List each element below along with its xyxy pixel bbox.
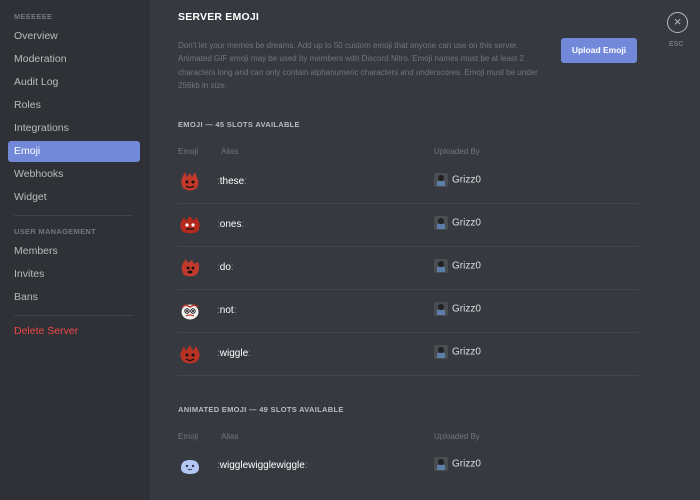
- emoji-row[interactable]: :do: Grizz0: [178, 247, 638, 290]
- close-icon: ×: [673, 14, 682, 29]
- sidebar-divider: [14, 315, 132, 316]
- sidebar-item-webhooks[interactable]: Webhooks: [8, 164, 140, 185]
- emoji-ones-icon: [180, 216, 200, 234]
- animated-emoji-row[interactable]: :wigglewigglewiggle: Grizz0: [178, 445, 638, 488]
- column-emoji: Emoji: [178, 147, 199, 156]
- emoji-alias: :not:: [217, 305, 237, 316]
- emoji-wiggle-icon: [180, 345, 200, 364]
- upload-emoji-button[interactable]: Upload Emoji: [561, 38, 637, 63]
- avatar: [434, 302, 448, 316]
- emoji-alias: :these:: [217, 176, 248, 187]
- sidebar-item-emoji[interactable]: Emoji: [8, 141, 140, 162]
- emoji-uploader: Grizz0: [434, 259, 481, 273]
- emoji-uploader: Grizz0: [434, 345, 481, 359]
- avatar: [434, 173, 448, 187]
- column-alias: Alias: [221, 432, 239, 441]
- emoji-slots-header: EMOJI — 45 SLOTS AVAILABLE: [178, 120, 300, 129]
- sidebar-item-invites[interactable]: Invites: [8, 264, 140, 285]
- sidebar-item-audit-log[interactable]: Audit Log: [8, 72, 140, 93]
- user-management-header: USER MANAGEMENT: [14, 227, 97, 236]
- sidebar-item-roles[interactable]: Roles: [8, 95, 140, 116]
- sidebar-item-integrations[interactable]: Integrations: [8, 118, 140, 139]
- emoji-uploader: Grizz0: [434, 173, 481, 187]
- emoji-row[interactable]: :wiggle: Grizz0: [178, 333, 638, 376]
- avatar: [434, 216, 448, 230]
- sidebar-item-widget[interactable]: Widget: [8, 187, 140, 208]
- emoji-alias: :wigglewigglewiggle:: [217, 460, 308, 471]
- column-emoji: Emoji: [178, 432, 199, 441]
- emoji-uploader: Grizz0: [434, 302, 481, 316]
- sidebar-item-overview[interactable]: Overview: [8, 26, 140, 47]
- emoji-row[interactable]: :not: Grizz0: [178, 290, 638, 333]
- column-uploaded-by: Uploaded By: [434, 432, 480, 441]
- avatar: [434, 345, 448, 359]
- sidebar-item-bans[interactable]: Bans: [8, 287, 140, 308]
- sidebar-item-moderation[interactable]: Moderation: [8, 49, 140, 70]
- emoji-these-icon: [181, 172, 199, 191]
- emoji-description: Don't let your memes be dreams. Add up t…: [178, 41, 538, 90]
- emoji-row[interactable]: :these: Grizz0: [178, 161, 638, 204]
- sidebar-divider: [14, 215, 132, 216]
- column-uploaded-by: Uploaded By: [434, 147, 480, 156]
- animated-emoji-slots-header: ANIMATED EMOJI — 49 SLOTS AVAILABLE: [178, 405, 344, 414]
- settings-sidebar: MEEEEEE Overview Moderation Audit Log Ro…: [0, 0, 150, 500]
- emoji-row[interactable]: :ones: Grizz0: [178, 204, 638, 247]
- close-button[interactable]: ×: [667, 12, 688, 33]
- emoji-uploader: Grizz0: [434, 457, 481, 471]
- emoji-alias: :ones:: [217, 219, 245, 230]
- emoji-wigglewigglewiggle-icon: [181, 460, 199, 474]
- emoji-settings-panel: SERVER EMOJI Don't let your memes be dre…: [150, 0, 700, 500]
- emoji-alias: :do:: [217, 262, 234, 273]
- column-alias: Alias: [221, 147, 239, 156]
- emoji-do-icon: [181, 259, 200, 277]
- server-section-header: MEEEEEE: [14, 12, 53, 21]
- esc-label: ESC: [669, 41, 684, 48]
- avatar: [434, 457, 448, 471]
- emoji-uploader: Grizz0: [434, 216, 481, 230]
- emoji-alias: :wiggle:: [217, 348, 251, 359]
- page-title: SERVER EMOJI: [178, 11, 259, 23]
- sidebar-item-members[interactable]: Members: [8, 241, 140, 262]
- avatar: [434, 259, 448, 273]
- sidebar-item-delete-server[interactable]: Delete Server: [8, 321, 140, 342]
- emoji-not-icon: [180, 303, 200, 321]
